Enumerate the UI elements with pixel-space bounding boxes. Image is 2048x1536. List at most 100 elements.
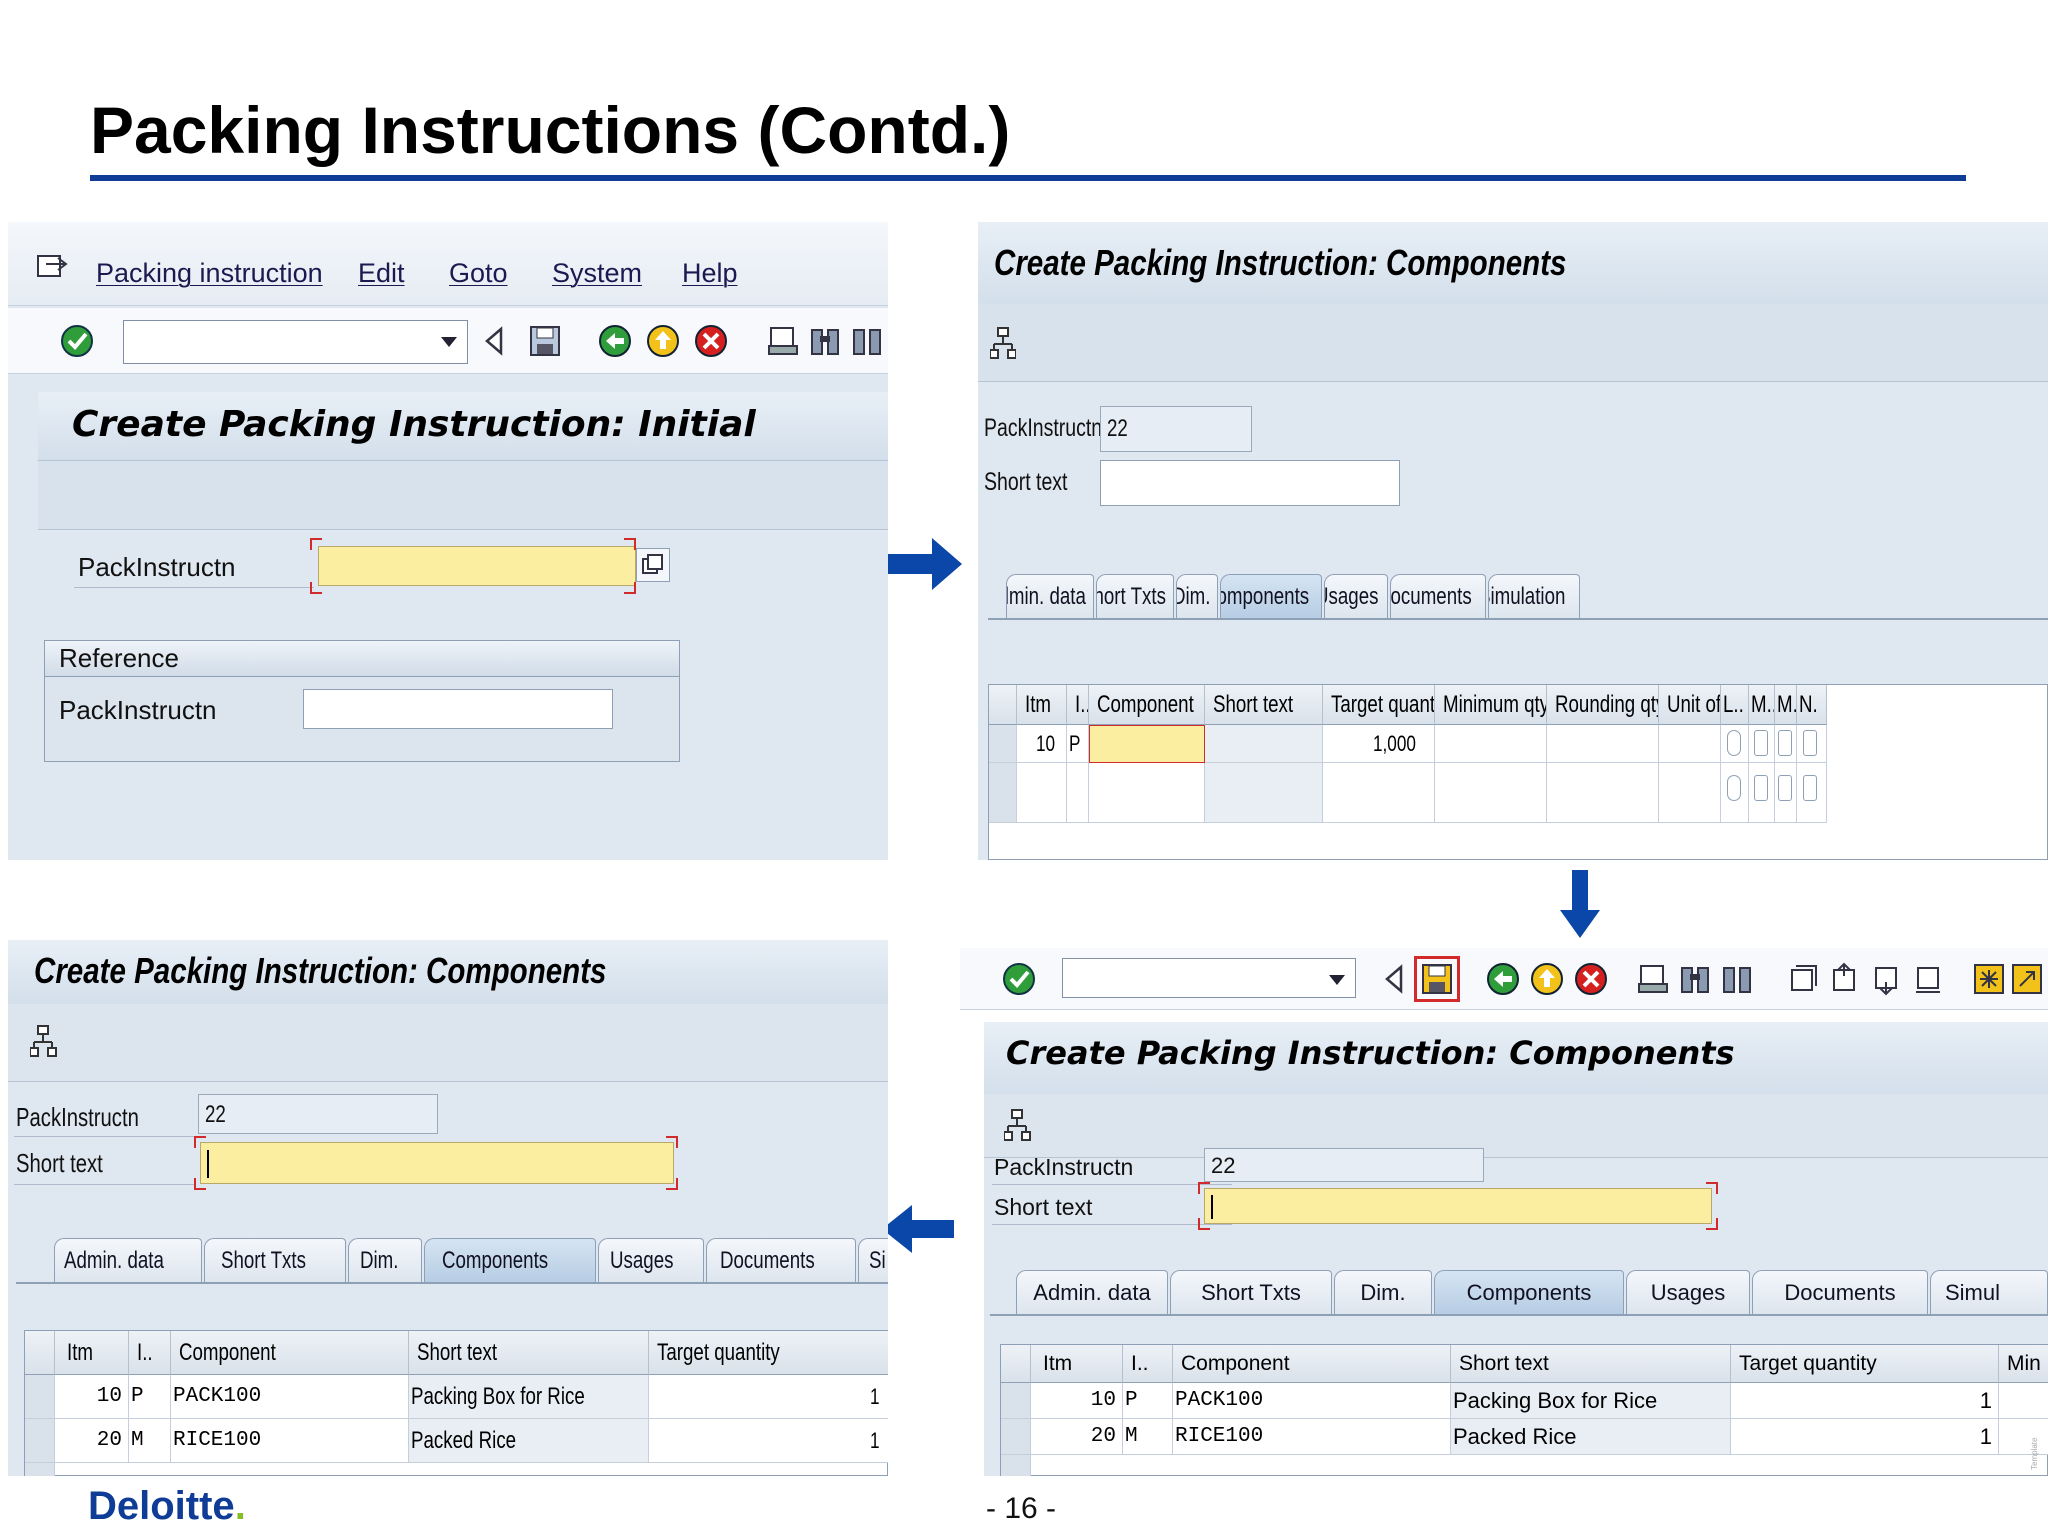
tab-documents[interactable]: Documents bbox=[1752, 1270, 1928, 1314]
col-target-quantity[interactable]: Target quantity bbox=[649, 1331, 888, 1375]
ref-pack-instruction-input[interactable] bbox=[303, 689, 613, 729]
print-icon[interactable] bbox=[1636, 962, 1670, 996]
row-selector[interactable] bbox=[25, 1463, 55, 1476]
col-item-category[interactable]: I.. bbox=[1123, 1345, 1173, 1383]
radio-icon[interactable] bbox=[1727, 775, 1741, 801]
col-short-text[interactable]: Short text bbox=[1205, 685, 1323, 725]
shortcut-icon[interactable] bbox=[2010, 962, 2044, 996]
row-selector[interactable] bbox=[1001, 1455, 1031, 1476]
tab-simulation[interactable]: Simulation bbox=[1488, 574, 1580, 618]
col-item[interactable]: Itm bbox=[1031, 1345, 1123, 1383]
command-field[interactable] bbox=[123, 320, 468, 364]
tab-usages[interactable]: Usages bbox=[1626, 1270, 1750, 1314]
row1-target-quantity[interactable]: 1,000 bbox=[1323, 725, 1435, 763]
row1-component[interactable]: PACK100 bbox=[1173, 1383, 1451, 1419]
row2-m1[interactable] bbox=[1749, 763, 1775, 823]
row1-minimum-qty[interactable] bbox=[1999, 1383, 2048, 1419]
row1-m1[interactable] bbox=[1749, 725, 1775, 763]
row2-unit[interactable] bbox=[1659, 763, 1721, 823]
tab-simulation[interactable]: Simul bbox=[1930, 1270, 2048, 1314]
row2-target-quantity[interactable]: 1 bbox=[649, 1419, 888, 1463]
find-next-binoculars-icon[interactable] bbox=[1720, 962, 1754, 996]
save-icon[interactable] bbox=[528, 324, 562, 358]
col-n[interactable]: N. bbox=[1797, 685, 1827, 725]
col-component[interactable]: Component bbox=[1173, 1345, 1451, 1383]
row2-component[interactable]: RICE100 bbox=[1173, 1419, 1451, 1455]
tab-admin-data[interactable]: Admin. data bbox=[54, 1238, 202, 1282]
hierarchy-icon[interactable] bbox=[29, 1024, 60, 1063]
tab-components[interactable]: Components bbox=[1220, 574, 1322, 618]
menu-edit[interactable]: Edit bbox=[358, 258, 405, 289]
select-all-column[interactable] bbox=[989, 685, 1017, 725]
new-session-icon[interactable] bbox=[1972, 962, 2006, 996]
col-component[interactable]: Component bbox=[1089, 685, 1205, 725]
col-item[interactable]: Itm bbox=[55, 1331, 129, 1375]
back-green-icon[interactable] bbox=[1486, 962, 1520, 996]
checkbox-icon[interactable] bbox=[1803, 775, 1817, 801]
tab-short-texts[interactable]: Short Txts bbox=[1096, 574, 1174, 618]
row2-component[interactable] bbox=[1089, 763, 1205, 823]
menu-goto[interactable]: Goto bbox=[449, 258, 508, 289]
chevron-down-icon[interactable] bbox=[1329, 975, 1345, 985]
back-green-icon[interactable] bbox=[598, 324, 632, 358]
row-selector[interactable] bbox=[25, 1419, 55, 1463]
tab-documents[interactable]: Documents bbox=[706, 1238, 856, 1282]
row2-target-quantity[interactable]: 1 bbox=[1731, 1419, 1999, 1455]
col-component[interactable]: Component bbox=[171, 1331, 409, 1375]
enter-check-icon[interactable] bbox=[1002, 962, 1036, 996]
search-help-icon[interactable] bbox=[636, 548, 670, 582]
col-l[interactable]: L.. bbox=[1721, 685, 1749, 725]
row1-n[interactable] bbox=[1797, 725, 1827, 763]
row-selector[interactable] bbox=[1001, 1383, 1031, 1419]
back-triangle-icon[interactable] bbox=[1378, 962, 1412, 996]
short-text-input[interactable] bbox=[1204, 1188, 1712, 1224]
select-all-column[interactable] bbox=[1001, 1345, 1031, 1383]
col-short-text[interactable]: Short text bbox=[409, 1331, 649, 1375]
row2-n[interactable] bbox=[1797, 763, 1827, 823]
row2-component[interactable]: RICE100 bbox=[171, 1419, 409, 1463]
tab-short-texts[interactable]: Short Txts bbox=[1170, 1270, 1332, 1314]
pack-instruction-input[interactable] bbox=[318, 546, 636, 586]
row1-minimum-qty[interactable] bbox=[1435, 725, 1547, 763]
row2-minimum-qty[interactable] bbox=[1999, 1419, 2048, 1455]
short-text-input[interactable] bbox=[200, 1142, 674, 1184]
last-page-icon[interactable] bbox=[1912, 962, 1946, 996]
tab-components[interactable]: Components bbox=[424, 1238, 596, 1282]
radio-icon[interactable] bbox=[1727, 730, 1741, 756]
checkbox-icon[interactable] bbox=[1803, 730, 1817, 756]
row-selector[interactable] bbox=[989, 725, 1017, 763]
enter-check-icon[interactable] bbox=[60, 324, 94, 358]
chevron-down-icon[interactable] bbox=[441, 337, 457, 347]
select-all-column[interactable] bbox=[25, 1331, 55, 1375]
col-m2[interactable]: M. bbox=[1775, 685, 1797, 725]
exit-yellow-icon[interactable] bbox=[646, 324, 680, 358]
row-selector[interactable] bbox=[25, 1375, 55, 1419]
row1-target-quantity[interactable]: 1 bbox=[1731, 1383, 1999, 1419]
col-rounding-qty[interactable]: Rounding qty bbox=[1547, 685, 1659, 725]
tab-simulation[interactable]: Si bbox=[858, 1238, 888, 1282]
row1-m2[interactable] bbox=[1775, 725, 1797, 763]
cancel-red-icon[interactable] bbox=[1574, 962, 1608, 996]
back-triangle-icon[interactable] bbox=[478, 324, 512, 358]
col-item-category[interactable]: I.. bbox=[1067, 685, 1089, 725]
row1-unit[interactable] bbox=[1659, 725, 1721, 763]
cancel-red-icon[interactable] bbox=[694, 324, 728, 358]
row-selector[interactable] bbox=[1001, 1419, 1031, 1455]
tab-documents[interactable]: Documents bbox=[1390, 574, 1486, 618]
col-item[interactable]: Itm bbox=[1017, 685, 1067, 725]
save-icon[interactable] bbox=[1414, 956, 1460, 1002]
hierarchy-icon[interactable] bbox=[989, 326, 1017, 365]
tab-dim[interactable]: Dim. bbox=[1334, 1270, 1432, 1314]
tab-dim[interactable]: Dim. bbox=[1176, 574, 1218, 618]
col-short-text[interactable]: Short text bbox=[1451, 1345, 1731, 1383]
tab-dim[interactable]: Dim. bbox=[348, 1238, 422, 1282]
previous-page-icon[interactable] bbox=[1828, 962, 1862, 996]
exit-yellow-icon[interactable] bbox=[1530, 962, 1564, 996]
col-item-category[interactable]: I.. bbox=[129, 1331, 171, 1375]
row1-rounding-qty[interactable] bbox=[1547, 725, 1659, 763]
row1-component[interactable]: PACK100 bbox=[171, 1375, 409, 1419]
row2-m2[interactable] bbox=[1775, 763, 1797, 823]
checkbox-icon[interactable] bbox=[1778, 730, 1792, 756]
row2-target[interactable] bbox=[1323, 763, 1435, 823]
row2-l[interactable] bbox=[1721, 763, 1749, 823]
